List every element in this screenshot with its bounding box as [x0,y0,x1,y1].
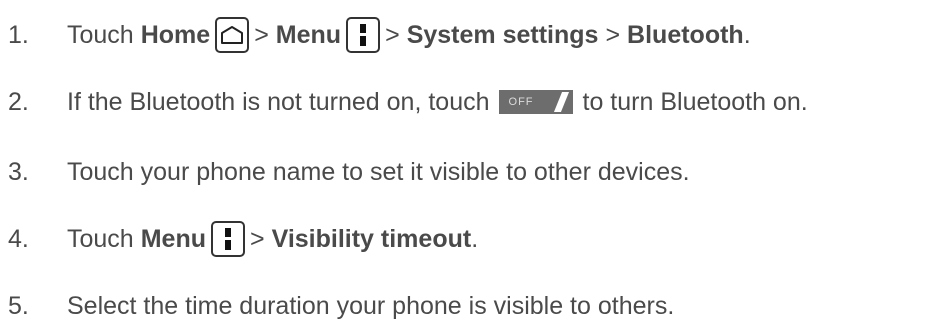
step-text: Touch Home > Menu > System settings > Bl… [67,17,751,53]
step-text-segment: Touch your phone name to set it visible … [67,157,690,186]
separator: > [605,20,621,49]
toggle-label: OFF [508,96,534,108]
separator: > [385,20,400,49]
step-number: 2. [8,87,29,116]
step-text: Touch your phone name to set it visible … [67,158,690,187]
step-number: 3. [8,157,29,186]
step-number: 5. [8,291,29,320]
home-label: Home [140,20,211,49]
bluetooth-off-toggle-icon: OFF [498,90,573,114]
period: . [471,224,479,253]
step-number: 1. [8,20,29,49]
step-text-segment: Select the time duration your phone is v… [67,291,675,320]
home-key-icon [215,17,250,53]
menu-key-icon [211,221,245,257]
step-text: If the Bluetooth is not turned on, touch… [67,88,808,117]
period: . [743,20,751,49]
bluetooth-label: Bluetooth [627,20,744,49]
menu-label: Menu [275,20,342,49]
system-settings-label: System settings [406,20,599,49]
step-number: 4. [8,224,29,253]
separator: > [250,224,265,253]
step-text-segment: Touch [67,20,134,49]
step-text-segment: to turn Bluetooth on. [582,87,808,116]
step-text: Select the time duration your phone is v… [67,292,674,321]
step-text-segment: Touch [67,224,134,253]
menu-label: Menu [140,224,206,253]
visibility-timeout-label: Visibility timeout [271,224,472,253]
menu-key-icon [346,17,381,53]
separator: > [254,20,269,49]
step-text: Touch Menu > Visibility timeout . [67,221,478,257]
step-text-segment: If the Bluetooth is not turned on, touch [67,87,490,116]
